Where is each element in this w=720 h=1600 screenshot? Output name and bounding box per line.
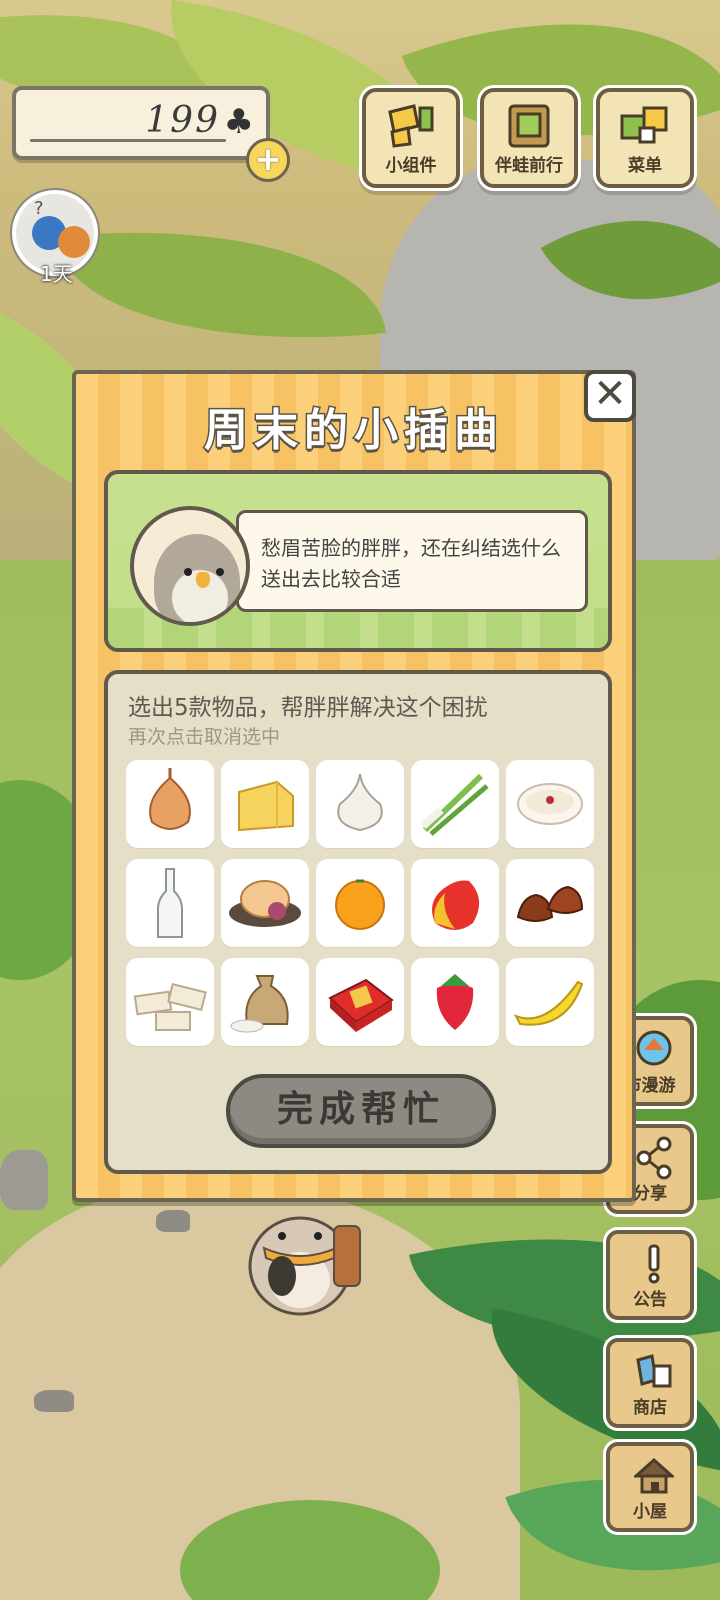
item-orange[interactable] xyxy=(316,859,404,947)
frog-journey-icon xyxy=(508,104,550,148)
story-panel: 愁眉苦脸的胖胖，还在纠结选什么送出去比较合适 xyxy=(104,470,612,652)
hamster-character[interactable] xyxy=(238,1196,362,1318)
background-stone xyxy=(156,1210,190,1232)
frog-journey-button[interactable]: 伴蛙前行 xyxy=(480,88,578,188)
avatar-eye xyxy=(184,568,192,576)
chestnut-icon xyxy=(516,885,584,922)
item-mooncake[interactable] xyxy=(221,859,309,947)
clover-icon: ♣ xyxy=(223,102,254,142)
frog-journey-label: 伴蛙前行 xyxy=(495,156,563,176)
question-icon: ? xyxy=(34,198,44,219)
menu-icon xyxy=(620,106,668,144)
speech-bubble: 愁眉苦脸的胖胖，还在纠结选什么送出去比较合适 xyxy=(236,510,588,612)
porridge-icon xyxy=(517,783,583,825)
item-mango[interactable] xyxy=(411,859,499,947)
complete-help-button[interactable]: 完成帮忙 xyxy=(226,1074,496,1148)
item-chestnuts[interactable] xyxy=(506,859,594,947)
item-cheese[interactable] xyxy=(221,760,309,848)
gift-box-icon xyxy=(328,978,394,1032)
item-rice-porridge[interactable] xyxy=(506,760,594,848)
item-nougat[interactable] xyxy=(126,958,214,1046)
item-gift-box[interactable] xyxy=(316,958,404,1046)
task-panel: 选出5款物品，帮胖胖解决这个困扰 再次点击取消选中 完成帮忙 xyxy=(104,670,612,1174)
item-onion[interactable] xyxy=(126,760,214,848)
orange-icon xyxy=(335,879,385,930)
clover-counter: 199 ♣ xyxy=(12,86,270,160)
strawberry-icon xyxy=(436,974,474,1030)
add-clover-button[interactable]: + xyxy=(246,138,290,182)
cheese-icon xyxy=(238,780,294,832)
city-roam-icon xyxy=(636,1030,672,1066)
widget-button[interactable]: 小组件 xyxy=(362,88,460,188)
sparrow-avatar xyxy=(130,506,250,626)
banana-icon xyxy=(513,980,584,1026)
share-icon xyxy=(636,1136,672,1180)
green-onion-icon xyxy=(420,773,489,836)
background-stone xyxy=(34,1390,74,1412)
widget-label: 小组件 xyxy=(385,156,437,176)
item-glass-bottle[interactable] xyxy=(126,859,214,947)
close-icon[interactable]: ✕ xyxy=(584,370,636,422)
clover-count: 199 xyxy=(145,100,220,141)
shop-icon xyxy=(636,1354,672,1388)
divider xyxy=(30,139,226,142)
rice-sack-icon xyxy=(230,975,289,1033)
days-label: 1天 xyxy=(40,262,73,286)
item-garlic[interactable] xyxy=(316,760,404,848)
menu-label: 菜单 xyxy=(628,156,662,176)
onion-icon xyxy=(149,768,191,830)
task-hint: 再次点击取消选中 xyxy=(128,726,281,748)
house-button[interactable]: 小屋 xyxy=(606,1442,694,1532)
event-dialog: 周末的小插曲 愁眉苦脸的胖胖，还在纠结选什么送出去比较合适 选出5款物品，帮胖胖… xyxy=(72,370,636,1202)
item-strawberry[interactable] xyxy=(411,958,499,1046)
mooncake-icon xyxy=(229,880,301,927)
background-stone xyxy=(0,1150,48,1210)
avatar-eye xyxy=(216,568,224,576)
house-label: 小屋 xyxy=(633,1502,667,1522)
complete-help-label: 完成帮忙 xyxy=(276,1089,445,1130)
task-title: 选出5款物品，帮胖胖解决这个困扰 xyxy=(128,695,488,721)
nougat-icon xyxy=(133,982,207,1031)
dialog-title: 周末的小插曲 xyxy=(203,404,504,458)
notice-icon xyxy=(648,1244,660,1284)
notice-label: 公告 xyxy=(633,1290,667,1310)
notice-button[interactable]: 公告 xyxy=(606,1230,694,1320)
avatar-beak xyxy=(196,572,210,588)
item-banana[interactable] xyxy=(506,958,594,1046)
mango-icon xyxy=(432,880,480,930)
widget-icon xyxy=(388,104,434,148)
item-green-onion[interactable] xyxy=(411,760,499,848)
bottle-icon xyxy=(157,868,183,938)
shop-button[interactable]: 商店 xyxy=(606,1338,694,1428)
item-rice-sack[interactable] xyxy=(221,958,309,1046)
house-icon xyxy=(634,1457,674,1494)
bird-icon xyxy=(58,226,90,258)
garlic-icon xyxy=(337,773,383,832)
menu-button[interactable]: 菜单 xyxy=(596,88,694,188)
shop-label: 商店 xyxy=(633,1398,667,1418)
